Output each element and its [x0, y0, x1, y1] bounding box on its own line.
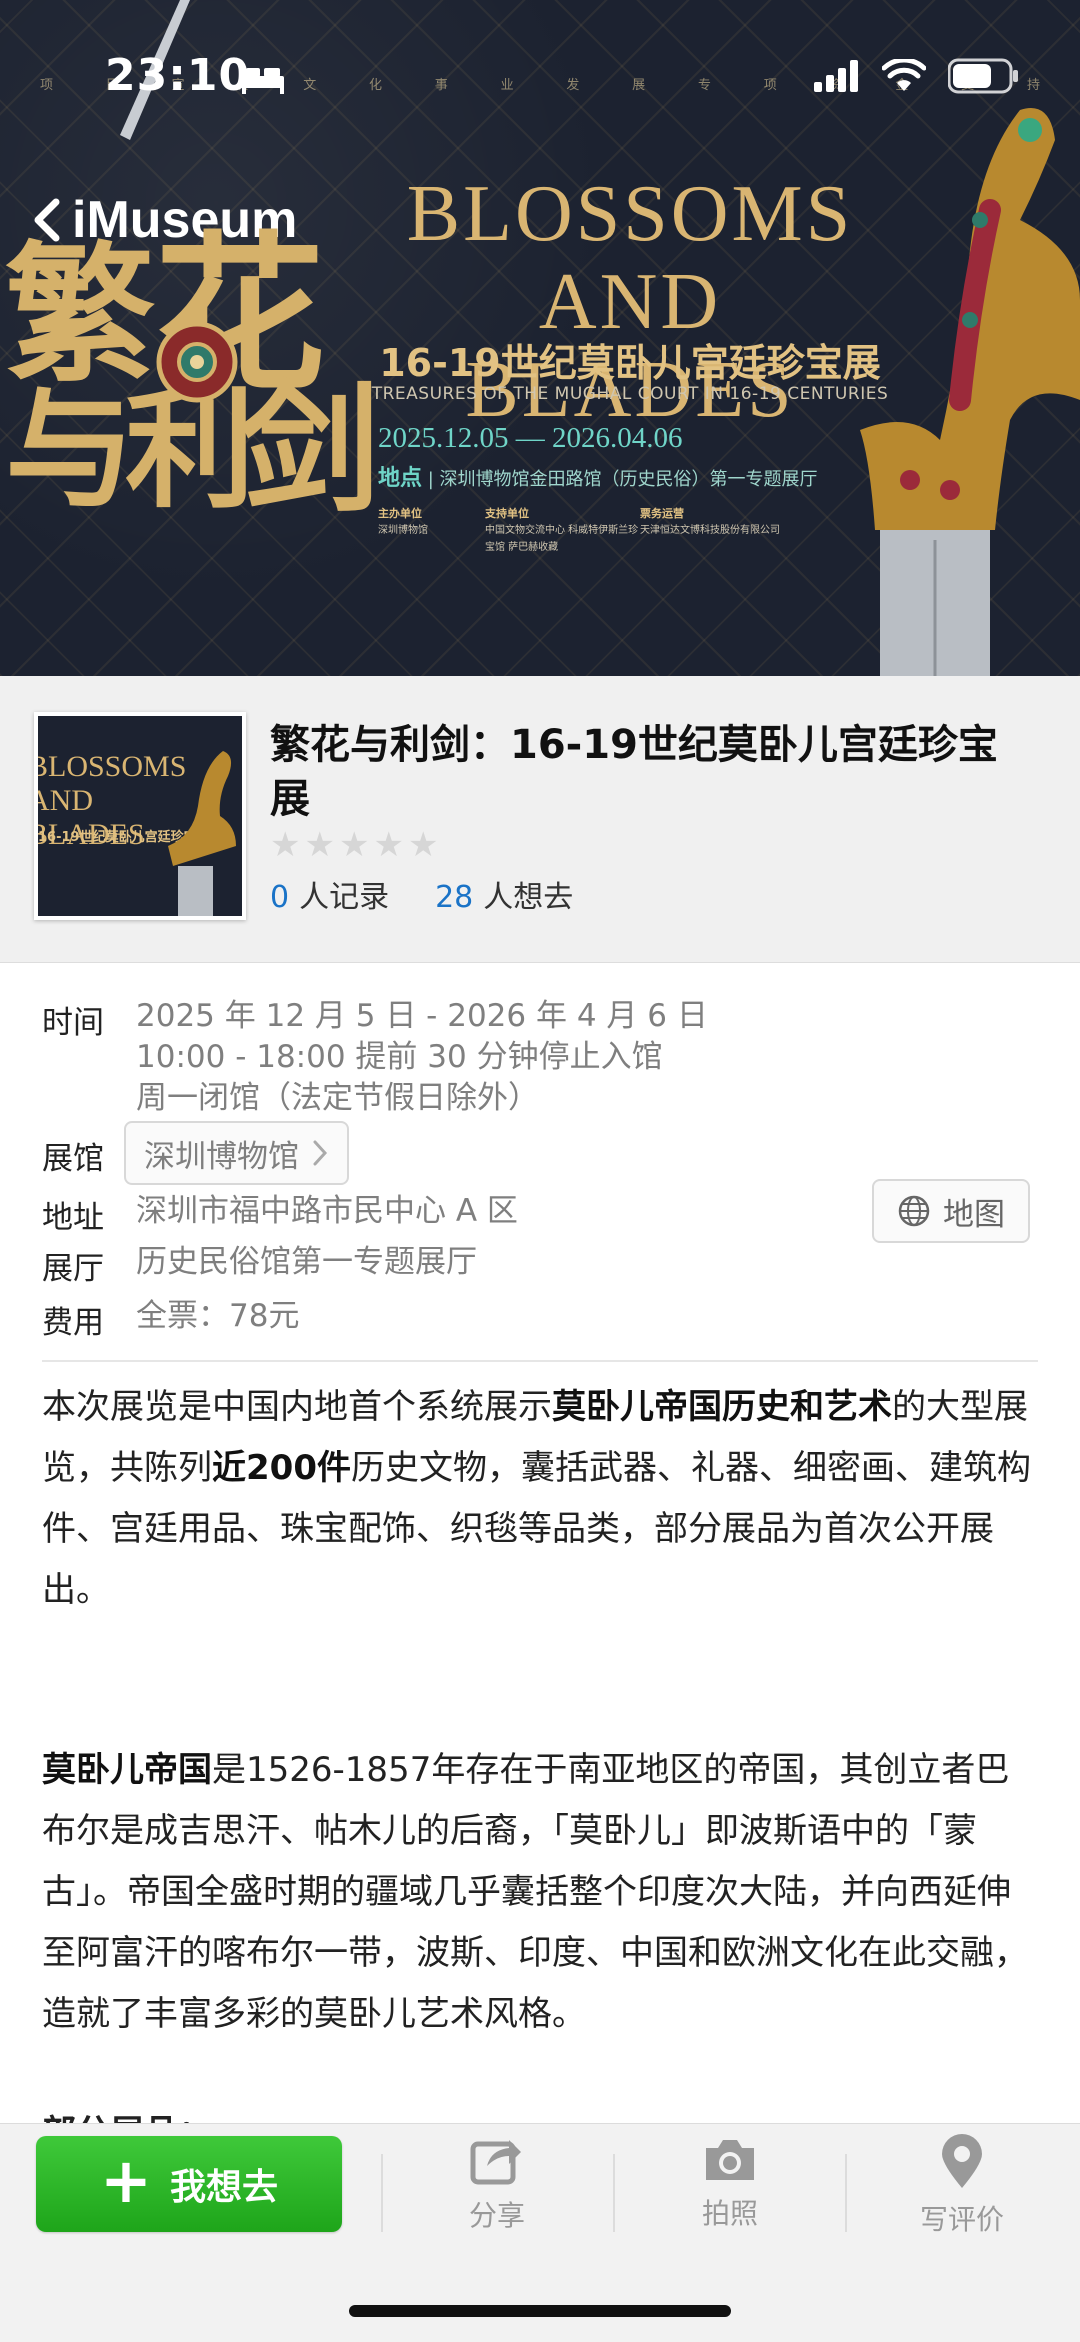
- star-icon[interactable]: ★: [339, 828, 369, 862]
- star-icon[interactable]: ★: [373, 828, 403, 862]
- museum-link[interactable]: 深圳博物馆: [124, 1121, 349, 1185]
- globe-icon: [898, 1195, 930, 1227]
- dagger-thumbnail-icon: [168, 751, 236, 916]
- exhibit-info: 时间 2025 年 12 月 5 日 - 2026 年 4 月 6 日 10:0…: [0, 963, 1080, 2153]
- write-review-button[interactable]: 写评价: [862, 2134, 1062, 2254]
- sponsor-ticketing: 票务运营 天津恒达文博科技股份有限公司: [640, 507, 780, 536]
- hall-label: 展厅: [42, 1251, 104, 1287]
- engagement-counts: 0 人记录 28 人想去: [270, 872, 573, 916]
- jeweled-dagger-graphic: [860, 108, 1080, 676]
- share-button[interactable]: 分享: [397, 2134, 597, 2254]
- time-label: 时间: [42, 1005, 104, 1041]
- records-count[interactable]: 0 人记录: [270, 872, 389, 916]
- divider: [845, 2154, 847, 2232]
- english-subtitle: TREASURES OF THE MUGHAL COURT IN 16-19 C…: [371, 384, 889, 404]
- want-to-go-button[interactable]: + 我想去: [36, 2136, 342, 2232]
- exhibit-banner: 项目 宣传 文化 事业 发展 专项 资金 支持 23:10: [0, 0, 1080, 676]
- jeweled-medallion-icon: [156, 321, 238, 403]
- star-icon[interactable]: ★: [270, 828, 300, 862]
- description-paragraph-1: 本次展览是中国内地首个系统展示莫卧儿帝国历史和艺术的大型展览，共陈列近200件历…: [42, 1387, 1031, 1610]
- sponsor-support: 支持单位 中国文物交流中心 科威特伊斯兰珍宝馆 萨巴赫收藏: [485, 507, 639, 553]
- hall-value: 历史民俗馆第一专题展厅: [136, 1244, 477, 1280]
- exhibit-thumbnail[interactable]: BLOSSOMS AND BLADES 16-19世纪莫卧儿宫廷珍宝展: [34, 712, 246, 920]
- address-value: 深圳市福中路市民中心 A 区: [136, 1193, 518, 1229]
- divider: [613, 2154, 615, 2232]
- wifi-icon: [882, 59, 926, 91]
- location-pin-icon: [942, 2134, 982, 2188]
- museum-label: 展馆: [42, 1141, 104, 1177]
- venue-line: 地点 | 深圳博物馆金田路馆（历史民俗）第一专题展厅: [378, 466, 818, 491]
- chinese-title-calligraphy: 繁 花 与 利 剑: [5, 215, 381, 532]
- bed-icon: [242, 68, 284, 94]
- address-label: 地址: [42, 1200, 104, 1236]
- exhibit-dates: 2025.12.05 — 2026.04.06: [378, 422, 683, 454]
- map-button[interactable]: 地图: [872, 1179, 1030, 1243]
- star-icon[interactable]: ★: [408, 828, 438, 862]
- rating-stars[interactable]: ★ ★ ★ ★ ★: [270, 828, 438, 862]
- share-icon: [470, 2140, 521, 2185]
- fee-value: 全票：78元: [136, 1298, 300, 1334]
- photo-button[interactable]: 拍照: [630, 2134, 830, 2254]
- battery-icon: [948, 58, 1018, 94]
- fee-label: 费用: [42, 1305, 104, 1341]
- star-icon[interactable]: ★: [304, 828, 334, 862]
- plus-icon: +: [100, 2144, 152, 2217]
- chinese-subtitle: 16-19世纪莫卧儿宫廷珍宝展: [379, 341, 881, 385]
- description-paragraph-2: 莫卧儿帝国是1526-1857年存在于南亚地区的帝国，其创立者巴布尔是成吉思汗、…: [42, 1750, 1028, 2034]
- time-values: 2025 年 12 月 5 日 - 2026 年 4 月 6 日 10:00 -…: [136, 998, 708, 1116]
- exhibit-header: BLOSSOMS AND BLADES 16-19世纪莫卧儿宫廷珍宝展 繁花与利…: [0, 676, 1080, 963]
- divider: [381, 2154, 383, 2232]
- chevron-right-icon: [313, 1140, 328, 1166]
- sponsor-host: 主办单位 深圳博物馆: [378, 507, 428, 536]
- status-time: 23:10: [105, 50, 251, 101]
- cellular-signal-icon: [814, 60, 858, 92]
- divider: [42, 1360, 1038, 1362]
- home-indicator: [349, 2305, 731, 2317]
- want-count[interactable]: 28 人想去: [435, 872, 573, 916]
- camera-icon: [706, 2140, 754, 2180]
- exhibit-title: 繁花与利剑：16-19世纪莫卧儿宫廷珍宝展: [270, 722, 998, 822]
